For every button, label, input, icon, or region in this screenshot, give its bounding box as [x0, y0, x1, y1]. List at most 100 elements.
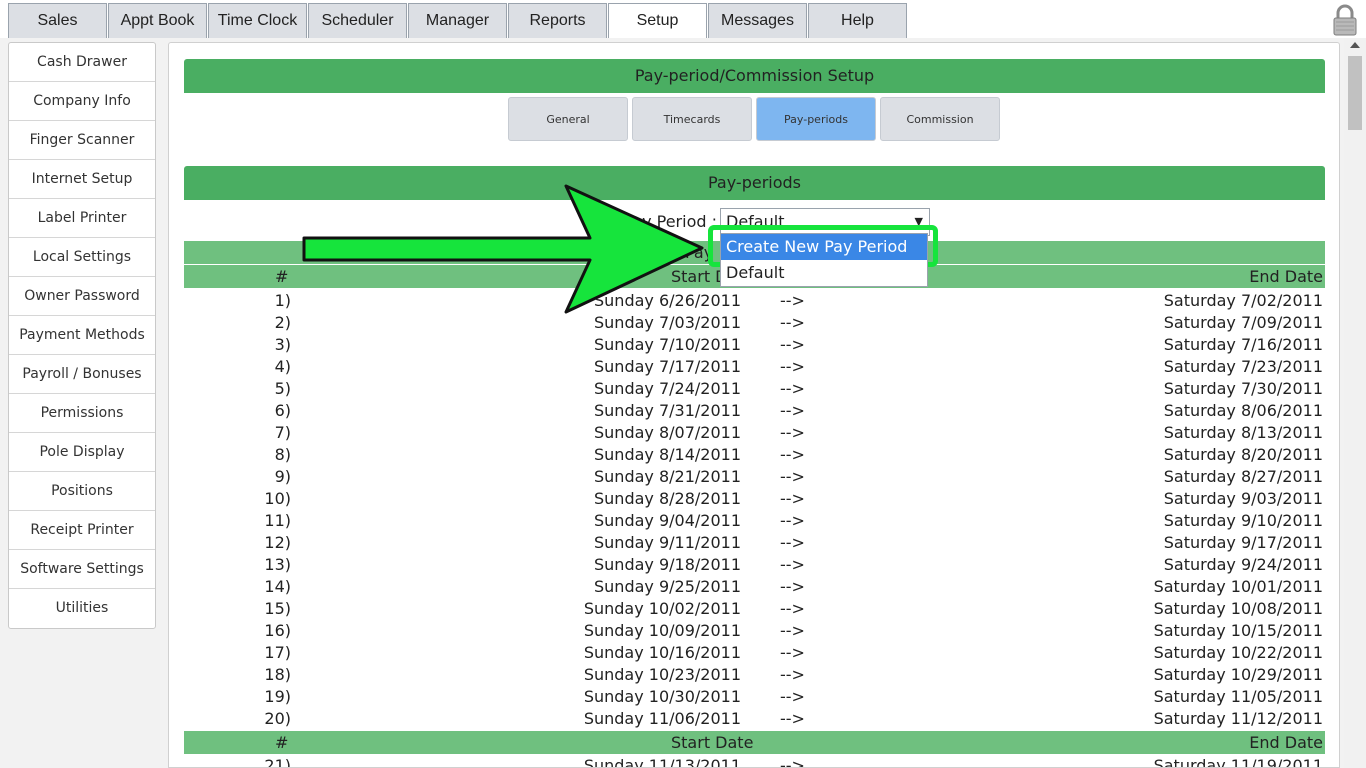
row-number: 20) [264, 709, 291, 728]
tab-reports[interactable]: Reports [508, 3, 607, 38]
tab-time-clock[interactable]: Time Clock [208, 3, 307, 38]
row-end: Saturday 9/24/2011 [1163, 555, 1323, 574]
row-number: 14) [264, 577, 291, 596]
subtab-commission[interactable]: Commission [880, 97, 1000, 141]
setup-sidebar: Cash Drawer Company Info Finger Scanner Int… [8, 42, 156, 629]
row-number: 10) [264, 489, 291, 508]
table-header-repeat: # Start Date End Date [184, 731, 1325, 754]
row-number: 16) [264, 621, 291, 640]
row-arrow: --> [780, 423, 805, 442]
row-arrow: --> [780, 445, 805, 464]
row-arrow: --> [780, 599, 805, 618]
row-number: 19) [264, 687, 291, 706]
sidebar-item-finger-scanner[interactable]: Finger Scanner [9, 121, 155, 160]
sidebar-item-payroll-bonuses[interactable]: Payroll / Bonuses [9, 355, 155, 394]
row-number: 11) [264, 511, 291, 530]
row-end: Saturday 9/10/2011 [1163, 511, 1323, 530]
row-arrow: --> [780, 379, 805, 398]
main-panel: Pay-period/Commission Setup General Timec… [168, 42, 1340, 768]
sidebar-item-internet-setup[interactable]: Internet Setup [9, 160, 155, 199]
row-number: 13) [264, 555, 291, 574]
row-end: Saturday 8/06/2011 [1163, 401, 1323, 420]
sidebar-item-pole-display[interactable]: Pole Display [9, 433, 155, 472]
row-arrow: --> [780, 533, 805, 552]
sidebar-item-payment-methods[interactable]: Payment Methods [9, 316, 155, 355]
table-row: 9) Sunday 8/21/2011 --> Saturday 8/27/2011 [184, 465, 1325, 487]
sidebar-item-cash-drawer[interactable]: Cash Drawer [9, 43, 155, 82]
tab-appt-book[interactable]: Appt Book [108, 3, 207, 38]
row-arrow: --> [780, 555, 805, 574]
sidebar-item-owner-password[interactable]: Owner Password [9, 277, 155, 316]
row-end: Saturday 8/20/2011 [1163, 445, 1323, 464]
row-number: 2) [274, 313, 291, 332]
tab-manager[interactable]: Manager [408, 3, 507, 38]
subtab-general[interactable]: General [508, 97, 628, 141]
row-end: Saturday 11/19/2011 [1153, 756, 1323, 768]
table-row: 6) Sunday 7/31/2011 --> Saturday 8/06/2011 [184, 399, 1325, 421]
row-end: Saturday 7/02/2011 [1163, 291, 1323, 310]
sidebar-item-software-settings[interactable]: Software Settings [9, 550, 155, 589]
row-start: Sunday 9/18/2011 [594, 555, 741, 574]
tab-messages[interactable]: Messages [708, 3, 807, 38]
col-num-header: # [275, 733, 289, 752]
row-start: Sunday 11/06/2011 [583, 709, 741, 728]
row-arrow: --> [780, 511, 805, 530]
pay-period-table: 1) Sunday 6/26/2011 --> Saturday 7/02/2011 2… [184, 289, 1325, 729]
col-end-header: End Date [1249, 267, 1323, 286]
row-end: Saturday 7/16/2011 [1163, 335, 1323, 354]
row-end: Saturday 11/12/2011 [1153, 709, 1323, 728]
row-start: Sunday 10/16/2011 [583, 643, 741, 662]
subtab-pay-periods[interactable]: Pay-periods [756, 97, 876, 141]
sidebar-item-utilities[interactable]: Utilities [9, 589, 155, 628]
table-row: 5) Sunday 7/24/2011 --> Saturday 7/30/2011 [184, 377, 1325, 399]
sidebar-item-positions[interactable]: Positions [9, 472, 155, 511]
row-arrow: --> [780, 467, 805, 486]
sidebar-item-label-printer[interactable]: Label Printer [9, 199, 155, 238]
tab-help[interactable]: Help [808, 3, 907, 38]
row-end: Saturday 10/08/2011 [1153, 599, 1323, 618]
table-row: 13) Sunday 9/18/2011 --> Saturday 9/24/2011 [184, 553, 1325, 575]
row-start: Sunday 10/09/2011 [583, 621, 741, 640]
tab-sales[interactable]: Sales [8, 3, 107, 38]
dropdown-option-create-new-pay-period[interactable]: Create New Pay Period [721, 234, 927, 260]
row-number: 7) [274, 423, 291, 442]
row-end: Saturday 7/09/2011 [1163, 313, 1323, 332]
row-start: Sunday 9/25/2011 [594, 577, 741, 596]
row-end: Saturday 8/27/2011 [1163, 467, 1323, 486]
row-start: Sunday 11/13/2011 [583, 756, 741, 768]
tab-scheduler[interactable]: Scheduler [308, 3, 407, 38]
sidebar-item-receipt-printer[interactable]: Receipt Printer [9, 511, 155, 550]
row-start: Sunday 8/14/2011 [594, 445, 741, 464]
row-end: Saturday 7/23/2011 [1163, 357, 1323, 376]
row-number: 1) [274, 291, 291, 310]
row-end: Saturday 10/01/2011 [1153, 577, 1323, 596]
table-row: 20) Sunday 11/06/2011 --> Saturday 11/12/20… [184, 707, 1325, 729]
scroll-thumb[interactable] [1348, 56, 1362, 130]
row-end: Saturday 10/29/2011 [1153, 665, 1323, 684]
row-arrow: --> [780, 709, 805, 728]
row-arrow: --> [780, 687, 805, 706]
col-end-header: End Date [1249, 733, 1323, 752]
row-start: Sunday 7/10/2011 [594, 335, 741, 354]
scrollbar[interactable] [1344, 38, 1366, 768]
row-arrow: --> [780, 665, 805, 684]
sidebar-item-company-info[interactable]: Company Info [9, 82, 155, 121]
lock-icon[interactable] [1332, 4, 1358, 36]
sidebar-item-local-settings[interactable]: Local Settings [9, 238, 155, 277]
dropdown-option-default[interactable]: Default [721, 260, 927, 286]
table-row: 7) Sunday 8/07/2011 --> Saturday 8/13/2011 [184, 421, 1325, 443]
pay-period-dropdown[interactable]: Create New Pay Period Default [720, 233, 928, 287]
tab-setup[interactable]: Setup [608, 3, 707, 38]
row-number: 12) [264, 533, 291, 552]
row-arrow: --> [780, 643, 805, 662]
pointer-arrow-icon [302, 184, 704, 314]
row-end: Saturday 10/22/2011 [1153, 643, 1323, 662]
top-nav-bar: Sales Appt Book Time Clock Scheduler Manager… [0, 0, 1366, 38]
subtab-timecards[interactable]: Timecards [632, 97, 752, 141]
scroll-up-icon[interactable] [1350, 42, 1360, 48]
row-end: Saturday 11/05/2011 [1153, 687, 1323, 706]
row-start: Sunday 10/23/2011 [583, 665, 741, 684]
table-row: 21) Sunday 11/13/2011 --> Saturday 11/19… [184, 754, 1325, 768]
row-end: Saturday 7/30/2011 [1163, 379, 1323, 398]
sidebar-item-permissions[interactable]: Permissions [9, 394, 155, 433]
